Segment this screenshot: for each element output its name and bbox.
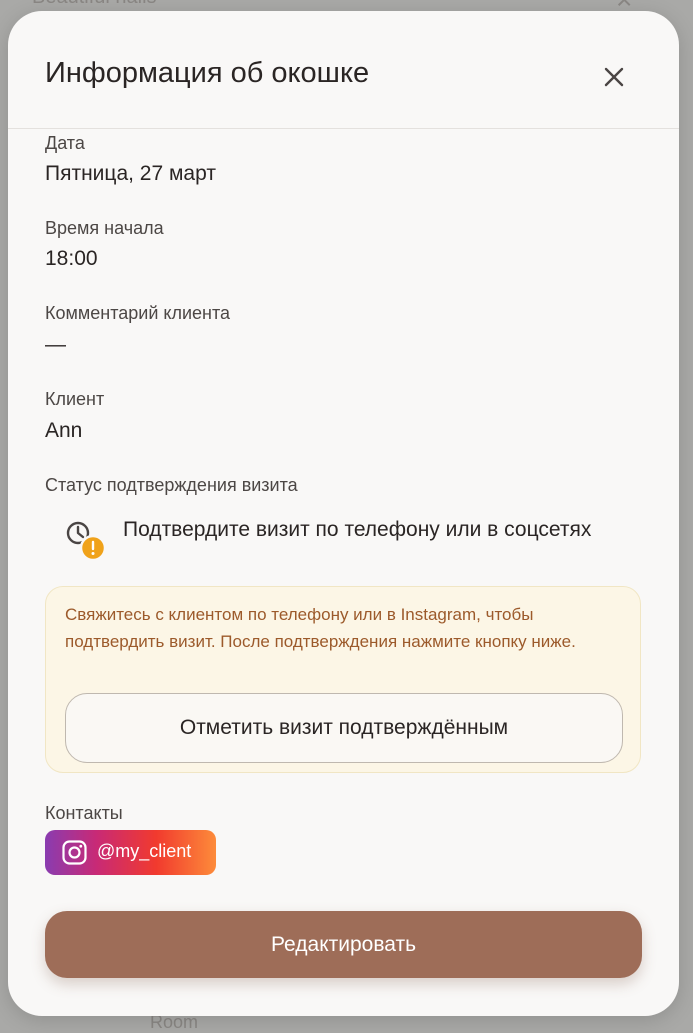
instagram-contact-chip[interactable]: @my_client <box>45 830 216 875</box>
client-label: Клиент <box>45 389 105 409</box>
mark-confirmed-button[interactable]: Отметить визит подтверждённым <box>65 693 623 763</box>
client-value: Ann <box>45 419 83 442</box>
client-comment-label: Комментарий клиента <box>45 303 231 323</box>
edit-button[interactable]: Редактировать <box>45 911 642 978</box>
contacts-label: Контакты <box>45 803 123 823</box>
date-value: Пятница, 27 март <box>45 162 216 185</box>
instagram-icon <box>62 840 87 865</box>
date-label: Дата <box>45 133 85 153</box>
status-text: Подтвердите визит по телефону или в соцс… <box>123 518 592 541</box>
instagram-handle: @my_client <box>97 841 192 861</box>
confirmation-notice: Свяжитесь с клиентом по телефону или в I… <box>45 586 641 773</box>
notice-text: Свяжитесь с клиентом по телефону или в I… <box>65 605 576 651</box>
start-time-label: Время начала <box>45 218 164 238</box>
modal-title: Информация об окошке <box>45 57 370 89</box>
start-time-value: 18:00 <box>45 247 98 270</box>
close-button[interactable] <box>598 61 630 93</box>
backdrop-title: Beautiful nails <box>32 0 157 9</box>
client-comment-value: — <box>45 333 66 356</box>
status-label: Статус подтверждения визита <box>45 475 298 495</box>
close-icon <box>604 67 624 87</box>
modal-header: Информация об окошке <box>8 11 679 129</box>
slot-info-modal: Информация об окошке Дата Пятница, 27 ма… <box>8 11 679 1016</box>
clock-warning-icon <box>60 516 110 566</box>
